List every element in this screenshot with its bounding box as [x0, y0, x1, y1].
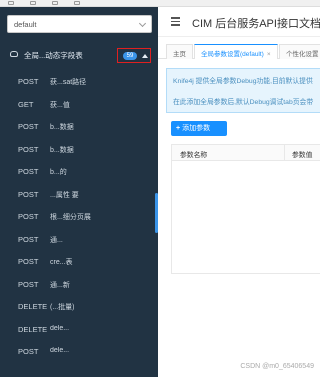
- group-select[interactable]: default: [7, 15, 152, 33]
- http-method: POST: [18, 212, 39, 221]
- http-method: DELETE: [18, 324, 48, 334]
- http-method: POST: [18, 257, 39, 266]
- endpoint-path: 根...细分页展: [50, 214, 91, 221]
- tab-label: 全局参数设置(default): [201, 51, 264, 58]
- tab-personal-settings[interactable]: 个性化设置: [279, 44, 320, 59]
- cloud-icon: [10, 51, 18, 57]
- toolbar-icon[interactable]: [8, 1, 14, 5]
- endpoint-item[interactable]: POST 根...细分页展: [0, 205, 158, 228]
- http-method: GET: [18, 99, 34, 109]
- http-method: POST: [18, 279, 39, 289]
- endpoint-item[interactable]: DELETE dele...: [0, 318, 158, 341]
- info-alert: Knife4j 提供全局参数Debug功能,目前默认提供 在此添加全局参数后,默…: [166, 68, 320, 113]
- http-method: POST: [18, 347, 39, 356]
- tab-bar: 主页 全局参数设置(default) × 个性化设置: [158, 41, 320, 59]
- column-divider: [284, 145, 285, 161]
- column-header-name: 参数名称: [180, 152, 208, 159]
- endpoint-path: b...数据: [50, 146, 74, 154]
- params-table: 参数名称 参数值: [171, 144, 320, 274]
- info-line: 在此添加全局参数后,默认Debug调试tab页会带: [173, 99, 314, 106]
- sidebar: default 全局...动态字段表 59 POST 获...sat路径 GET 获.…: [0, 7, 158, 377]
- endpoint-path: b...数据: [50, 124, 74, 131]
- endpoint-path: 通...新: [50, 281, 70, 289]
- group-select-value: default: [14, 20, 37, 29]
- endpoint-path: (...批量): [50, 304, 75, 311]
- count-badge: 59: [123, 52, 137, 60]
- menu-icon[interactable]: [171, 17, 180, 28]
- main-panel: CIM 后台服务API接口文档 主页 全局参数设置(default) × 个性化设…: [158, 7, 320, 377]
- add-parameter-button[interactable]: + 添加参数: [171, 121, 227, 136]
- endpoint-item[interactable]: POST cre...表: [0, 250, 158, 273]
- endpoint-item[interactable]: POST ...属性 要: [0, 183, 158, 206]
- toolbar-icon[interactable]: [30, 1, 36, 5]
- endpoint-item[interactable]: POST b...数据: [0, 115, 158, 138]
- highlight-box: 59: [117, 48, 151, 63]
- sidebar-group[interactable]: 全局...动态字段表 59: [0, 45, 158, 65]
- endpoint-item[interactable]: POST b...数据: [0, 138, 158, 161]
- http-method: POST: [18, 144, 39, 154]
- close-icon[interactable]: ×: [267, 51, 271, 58]
- http-method: POST: [18, 122, 39, 131]
- http-method: POST: [18, 234, 39, 244]
- toolbar-icon[interactable]: [52, 1, 58, 5]
- tab-label: 主页: [173, 51, 186, 58]
- endpoint-path: cre...表: [50, 259, 73, 266]
- endpoint-item[interactable]: POST 通...: [0, 228, 158, 251]
- endpoint-item[interactable]: POST 获...sat路径: [0, 70, 158, 93]
- group-title: 全局...动态字段表: [24, 51, 83, 60]
- tab-home[interactable]: 主页: [166, 44, 193, 59]
- plus-icon: +: [176, 125, 181, 132]
- endpoint-list: POST 获...sat路径 GET 获...值 POST b...数据 POST b...数…: [0, 70, 158, 363]
- http-method: POST: [18, 77, 39, 86]
- page-title: CIM 后台服务API接口文档: [192, 18, 320, 30]
- endpoint-item[interactable]: POST dele...: [0, 340, 158, 363]
- endpoint-item[interactable]: POST b...的: [0, 160, 158, 183]
- tab-global-params[interactable]: 全局参数设置(default) ×: [194, 44, 278, 59]
- endpoint-path: 获...sat路径: [50, 79, 87, 86]
- toolbar-icon[interactable]: [74, 1, 80, 5]
- http-method: DELETE: [18, 302, 48, 311]
- http-method: POST: [18, 167, 39, 176]
- endpoint-path: dele...: [50, 324, 70, 332]
- http-method: POST: [18, 189, 39, 199]
- endpoint-item[interactable]: POST 通...新: [0, 273, 158, 296]
- tab-label: 个性化设置: [286, 51, 319, 58]
- chevron-down-icon: [138, 19, 147, 28]
- endpoint-path: 获...值: [50, 101, 70, 109]
- browser-toolbar-strip: [0, 0, 320, 7]
- table-header: 参数名称 参数值: [172, 145, 320, 161]
- watermark: CSDN @m0_65406549: [240, 363, 314, 370]
- chevron-up-icon[interactable]: [142, 54, 148, 58]
- column-header-value: 参数值: [292, 152, 313, 159]
- endpoint-path: ...属性 要: [50, 191, 79, 199]
- endpoint-item[interactable]: GET 获...值: [0, 93, 158, 116]
- header: CIM 后台服务API接口文档: [158, 7, 320, 37]
- add-button-label: 添加参数: [182, 125, 211, 132]
- endpoint-item[interactable]: DELETE (...批量): [0, 295, 158, 318]
- endpoint-path: 通...: [50, 236, 63, 244]
- endpoint-path: dele...: [50, 347, 70, 354]
- info-line: Knife4j 提供全局参数Debug功能,目前默认提供: [173, 78, 313, 85]
- endpoint-path: b...的: [50, 169, 67, 176]
